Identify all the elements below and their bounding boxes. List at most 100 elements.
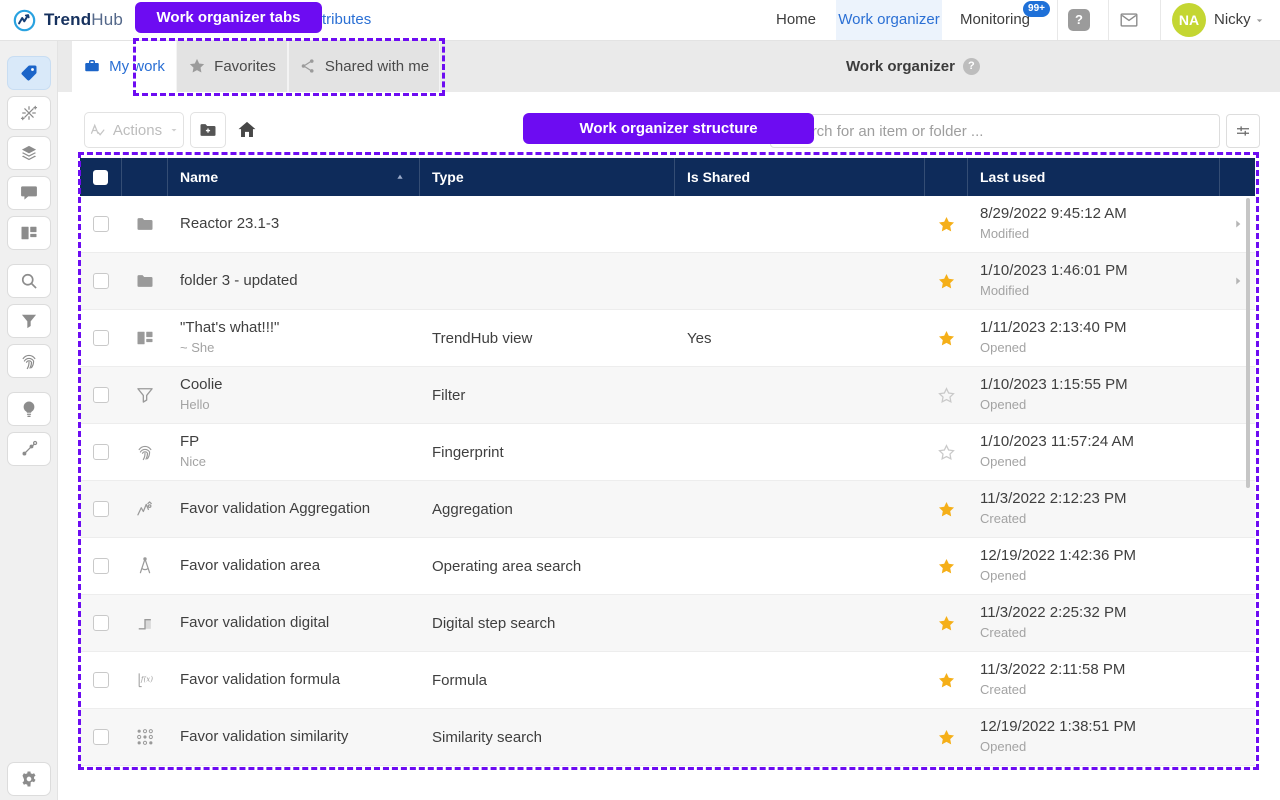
folder-plus-icon — [198, 120, 218, 140]
chevron-right-icon[interactable] — [1231, 274, 1245, 288]
sidebar-item-gear[interactable] — [7, 762, 51, 796]
user-menu[interactable]: Nicky — [1214, 0, 1251, 40]
row-checkbox[interactable] — [93, 615, 109, 631]
row-name: Favor validation area — [180, 557, 408, 576]
row-checkbox[interactable] — [93, 387, 109, 403]
sidebar-item-sparkles[interactable] — [7, 96, 51, 130]
row-last-used-date: 1/10/2023 11:57:24 AM — [980, 433, 1208, 452]
select-all-checkbox[interactable] — [93, 170, 108, 185]
star-filled-icon[interactable] — [937, 671, 956, 690]
row-checkbox[interactable] — [93, 216, 109, 232]
chevron-right-icon[interactable] — [1231, 217, 1245, 231]
folder-icon — [135, 271, 155, 291]
header-type[interactable]: Type — [420, 158, 675, 196]
row-checkbox-cell — [80, 615, 122, 631]
row-checkbox[interactable] — [93, 558, 109, 574]
nav-item-monitoring[interactable]: Monitoring 99+ — [954, 0, 1036, 40]
trendhub-logo-icon — [12, 8, 37, 33]
row-name: "That's what!!!" — [180, 319, 408, 338]
row-item-icon-cell: f(x) — [122, 670, 168, 690]
sidebar-item-funnel[interactable] — [7, 304, 51, 338]
sidebar-item-layers[interactable] — [7, 136, 51, 170]
row-item-icon-cell — [122, 214, 168, 234]
row-checkbox[interactable] — [93, 672, 109, 688]
tab-favorites[interactable]: Favorites — [176, 40, 288, 92]
sidebar-item-tag[interactable] — [7, 56, 51, 90]
select-all-cell — [80, 158, 122, 196]
table-row[interactable]: Favor validation areaOperating area sear… — [80, 537, 1255, 594]
new-folder-button[interactable] — [190, 112, 226, 148]
header-last-used[interactable]: Last used — [968, 158, 1220, 196]
row-checkbox[interactable] — [93, 501, 109, 517]
mail-icon[interactable] — [1118, 9, 1140, 31]
header-name[interactable]: Name — [168, 158, 420, 196]
sidebar-item-bulb[interactable] — [7, 392, 51, 426]
brand-logo[interactable]: TrendHub — [12, 0, 123, 40]
table-row[interactable]: "That's what!!!"~ SheTrendHub viewYes1/1… — [80, 309, 1255, 366]
row-checkbox[interactable] — [93, 444, 109, 460]
table-row[interactable]: CoolieHelloFilter1/10/2023 1:15:55 PMOpe… — [80, 366, 1255, 423]
row-item-icon-cell — [122, 385, 168, 405]
row-name-cell: FPNice — [168, 433, 420, 471]
help-icon[interactable]: ? — [1068, 9, 1090, 31]
table-row[interactable]: Favor validation similaritySimilarity se… — [80, 708, 1255, 765]
sidebar-item-nodes[interactable] — [7, 432, 51, 466]
star-filled-icon[interactable] — [937, 215, 956, 234]
row-last-used-label: Opened — [980, 739, 1208, 756]
star-filled-icon[interactable] — [937, 728, 956, 747]
avatar[interactable]: NA — [1172, 3, 1206, 37]
sidebar-item-comment[interactable] — [7, 176, 51, 210]
table-row[interactable]: Favor validation valueValue based search… — [80, 765, 1255, 777]
star-icon — [188, 57, 206, 75]
row-checkbox[interactable] — [93, 729, 109, 745]
row-checkbox[interactable] — [93, 273, 109, 289]
nav-item-home[interactable]: Home — [770, 0, 822, 40]
star-filled-icon[interactable] — [937, 272, 956, 291]
row-last-used-label: Opened — [980, 397, 1208, 414]
actions-button[interactable]: Actions — [84, 112, 184, 148]
search-input[interactable] — [770, 114, 1220, 148]
sidebar-item-search[interactable] — [7, 264, 51, 298]
table-row[interactable]: Favor validation AggregationAggregation1… — [80, 480, 1255, 537]
star-filled-icon[interactable] — [937, 329, 956, 348]
nav-item-attributes-partial[interactable]: tributes — [322, 0, 371, 40]
nav-item-work-organizer[interactable]: Work organizer — [836, 0, 942, 40]
star-filled-icon[interactable] — [937, 557, 956, 576]
step-icon — [135, 613, 155, 633]
vertical-scrollbar[interactable] — [1246, 198, 1250, 488]
row-item-icon-cell — [122, 328, 168, 348]
star-filled-icon[interactable] — [937, 500, 956, 519]
star-outline-icon[interactable] — [937, 386, 956, 405]
tab-my-work[interactable]: My work — [72, 40, 176, 92]
row-name: Favor validation formula — [180, 671, 408, 690]
table-row[interactable]: FPNiceFingerprint1/10/2023 11:57:24 AMOp… — [80, 423, 1255, 480]
sidebar-item-fingerprint[interactable] — [7, 344, 51, 378]
nav-item-monitoring-label: Monitoring — [960, 11, 1030, 28]
row-checkbox-cell — [80, 387, 122, 403]
search-settings-button[interactable] — [1226, 114, 1260, 148]
tab-shared-with-me[interactable]: Shared with me — [288, 40, 440, 92]
star-outline-icon[interactable] — [937, 443, 956, 462]
table-row[interactable]: Reactor 23.1-38/29/2022 9:45:12 AMModifi… — [80, 196, 1255, 252]
row-name: FP — [180, 433, 408, 452]
sidebar-item-dashboard[interactable] — [7, 216, 51, 250]
row-star-cell — [925, 500, 968, 519]
row-checkbox[interactable] — [93, 330, 109, 346]
chevron-down-icon[interactable] — [1253, 14, 1266, 27]
row-name: Reactor 23.1-3 — [180, 215, 408, 234]
row-star-cell — [925, 671, 968, 690]
sliders-icon — [1234, 122, 1252, 140]
row-last-used-cell: 1/11/2023 2:13:40 PMOpened — [968, 319, 1220, 357]
help-circle-icon[interactable]: ? — [963, 58, 980, 75]
share-icon — [299, 57, 317, 75]
home-folder-icon[interactable] — [236, 119, 258, 141]
formula-icon: f(x) — [135, 670, 155, 690]
star-filled-icon[interactable] — [937, 614, 956, 633]
row-last-used-cell: 1/10/2023 1:46:01 PMModified — [968, 262, 1220, 300]
header-is-shared[interactable]: Is Shared — [675, 158, 925, 196]
table-row[interactable]: f(x)Favor validation formulaFormula11/3/… — [80, 651, 1255, 708]
notification-badge: 99+ — [1023, 1, 1050, 17]
row-last-used-cell: 12/19/2022 1:42:36 PMOpened — [968, 547, 1220, 585]
table-row[interactable]: Favor validation digitalDigital step sea… — [80, 594, 1255, 651]
table-row[interactable]: folder 3 - updated1/10/2023 1:46:01 PMMo… — [80, 252, 1255, 309]
